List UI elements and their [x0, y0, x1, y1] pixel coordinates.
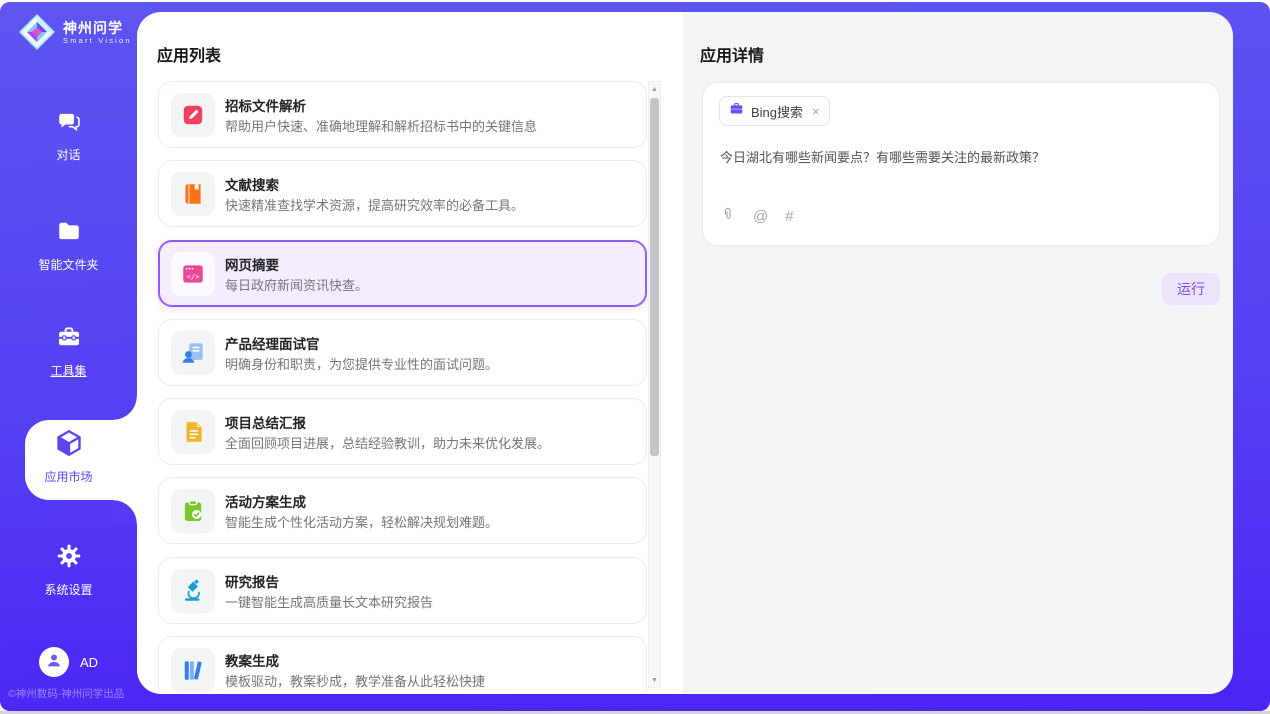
sidebar-item-toolset[interactable]: 工具集 — [0, 324, 137, 379]
cube-icon — [54, 428, 84, 461]
sidebar-item-app-market[interactable]: 应用市场 — [0, 428, 137, 485]
tool-chip-label: Bing搜索 — [751, 102, 803, 121]
sidebar-item-settings[interactable]: 系统设置 — [0, 543, 137, 598]
app-list-scrollbar[interactable]: ▲ ▼ — [648, 81, 661, 688]
chip-close-icon[interactable]: × — [812, 104, 820, 119]
app-card-description: 快速精准查找学术资源，提高研究效率的必备工具。 — [225, 195, 524, 214]
sidebar-item-label: 对话 — [56, 146, 80, 163]
tool-chip-bing-search[interactable]: Bing搜索 × — [719, 96, 830, 126]
copyright-footer: ©神州数码·神州问学出品 — [8, 686, 124, 701]
sidebar-item-chat[interactable]: 对话 — [0, 108, 137, 163]
app-list-title: 应用列表 — [157, 42, 221, 66]
books-icon — [171, 648, 215, 692]
chat-icon — [56, 108, 82, 137]
app-card[interactable]: 文献搜索快速精准查找学术资源，提高研究效率的必备工具。 — [158, 160, 647, 227]
user-initials: AD — [80, 655, 98, 670]
app-card-description: 一键智能生成高质量长文本研究报告 — [225, 592, 433, 611]
hash-tag-icon[interactable]: # — [785, 208, 793, 225]
bubble-curve-top — [113, 396, 137, 420]
browser-code-icon: </> — [171, 252, 215, 296]
avatar — [39, 647, 69, 677]
app-card[interactable]: 招标文件解析帮助用户快速、准确地理解和解析招标书中的关键信息 — [158, 81, 647, 148]
app-card-description: 全面回顾项目进展，总结经验教训，助力未来优化发展。 — [225, 433, 550, 452]
sidebar-item-label: 应用市场 — [44, 468, 92, 485]
app-window: 神州问学 Smart Vision 对话 智能文件夹 工具集 应用市场 系统设置… — [0, 0, 1270, 714]
app-card-description: 智能生成个性化活动方案，轻松解决规划难题。 — [225, 512, 498, 531]
app-card[interactable]: 教案生成模板驱动，教案秒成，教学准备从此轻松快捷 — [158, 636, 647, 694]
app-card-title: 活动方案生成 — [225, 491, 306, 511]
app-detail-panel: 应用详情 Bing搜索 × 今日湖北有哪些新闻要点？有哪些需要关注的最新政策？ … — [683, 12, 1233, 694]
person-icon — [44, 650, 64, 675]
app-card[interactable]: 产品经理面试官明确身份和职责，为您提供专业性的面试问题。 — [158, 319, 647, 386]
scroll-down-arrow[interactable]: ▼ — [649, 673, 660, 687]
app-list-panel: 应用列表 招标文件解析帮助用户快速、准确地理解和解析招标书中的关键信息文献搜索快… — [137, 12, 683, 694]
app-card-description: 每日政府新闻资讯快查。 — [225, 275, 368, 294]
main-content: 应用列表 招标文件解析帮助用户快速、准确地理解和解析招标书中的关键信息文献搜索快… — [137, 12, 1233, 694]
document-icon — [171, 410, 215, 454]
app-card[interactable]: 研究报告一键智能生成高质量长文本研究报告 — [158, 557, 647, 624]
brand-logo: 神州问学 Smart Vision — [18, 13, 132, 51]
app-card-description: 明确身份和职责，为您提供专业性的面试问题。 — [225, 354, 498, 373]
book-icon — [171, 172, 215, 216]
svg-text:</>: </> — [187, 272, 200, 281]
sidebar-item-label: 系统设置 — [44, 581, 92, 598]
at-mention-icon[interactable]: @ — [753, 208, 768, 225]
brand-tagline: Smart Vision — [63, 36, 132, 45]
app-card[interactable]: 项目总结汇报全面回顾项目进展，总结经验教训，助力未来优化发展。 — [158, 398, 647, 465]
app-card-description: 模板驱动，教案秒成，教学准备从此轻松快捷 — [225, 671, 485, 690]
clipboard-check-icon — [171, 489, 215, 533]
sidebar-item-smart-folder[interactable]: 智能文件夹 — [0, 218, 137, 273]
composer-toolbar: @ # — [720, 206, 794, 227]
edit-square-icon — [171, 93, 215, 137]
prompt-card: Bing搜索 × 今日湖北有哪些新闻要点？有哪些需要关注的最新政策？ @ # — [702, 82, 1220, 246]
toolbox-icon — [56, 324, 82, 353]
folder-icon — [56, 218, 82, 247]
app-card-title: 文献搜索 — [225, 174, 279, 194]
app-card-title: 网页摘要 — [225, 254, 279, 274]
app-card-description: 帮助用户快速、准确地理解和解析招标书中的关键信息 — [225, 116, 537, 135]
diamond-logo-icon — [18, 13, 56, 51]
sidebar-item-label: 智能文件夹 — [38, 256, 98, 273]
app-card-title: 招标文件解析 — [225, 95, 306, 115]
app-card[interactable]: </> 网页摘要每日政府新闻资讯快查。 — [158, 240, 647, 307]
sidebar-item-label: 工具集 — [50, 362, 86, 379]
interviewer-icon — [171, 331, 215, 375]
run-button[interactable]: 运行 — [1162, 273, 1220, 305]
app-card-title: 产品经理面试官 — [225, 333, 320, 353]
scrollbar-thumb[interactable] — [650, 98, 659, 456]
app-card[interactable]: 活动方案生成智能生成个性化活动方案，轻松解决规划难题。 — [158, 477, 647, 544]
scroll-up-arrow[interactable]: ▲ — [649, 82, 660, 96]
brand-name: 神州问学 — [63, 20, 132, 36]
briefcase-icon — [729, 101, 744, 121]
bubble-curve-bottom — [113, 500, 137, 524]
app-card-title: 项目总结汇报 — [225, 412, 306, 432]
microscope-icon — [171, 569, 215, 613]
app-card-title: 教案生成 — [225, 650, 279, 670]
gear-icon — [56, 543, 82, 572]
app-detail-title: 应用详情 — [700, 42, 764, 66]
paperclip-icon[interactable] — [720, 206, 736, 227]
query-text[interactable]: 今日湖北有哪些新闻要点？有哪些需要关注的最新政策？ — [720, 147, 1045, 166]
user-account[interactable]: AD — [0, 647, 137, 677]
app-card-title: 研究报告 — [225, 571, 279, 591]
